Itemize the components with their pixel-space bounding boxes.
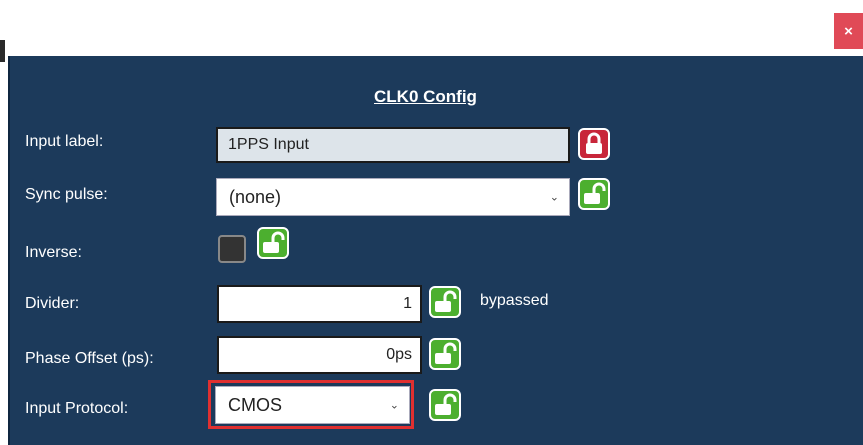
sync-pulse-label: Sync pulse: — [25, 186, 108, 203]
lock-closed-icon[interactable] — [578, 128, 610, 160]
lock-open-icon[interactable] — [578, 178, 610, 210]
sync-pulse-value: (none) — [229, 186, 282, 207]
phase-offset-label: Phase Offset (ps): — [25, 350, 154, 367]
panel-border — [8, 56, 10, 445]
divider-input[interactable]: 1 — [217, 285, 422, 323]
phase-offset-input[interactable]: 0ps — [217, 336, 422, 374]
chevron-down-icon: ⌄ — [549, 191, 559, 204]
close-button[interactable]: × — [834, 13, 863, 49]
inverse-label: Inverse: — [25, 244, 82, 261]
divider-label: Divider: — [25, 295, 80, 312]
phase-offset-value: 0ps — [386, 346, 412, 363]
close-icon: × — [844, 22, 853, 40]
sync-pulse-select[interactable]: (none) ⌄ — [216, 178, 570, 216]
lock-open-icon[interactable] — [257, 227, 289, 259]
input-label-value: 1PPS Input — [228, 136, 309, 153]
lock-open-icon[interactable] — [429, 389, 461, 421]
highlight-box — [208, 380, 414, 429]
config-panel — [8, 56, 863, 445]
divider-value: 1 — [403, 295, 412, 312]
input-label-field[interactable]: 1PPS Input — [216, 127, 570, 163]
lock-open-icon[interactable] — [429, 338, 461, 370]
lock-open-icon[interactable] — [429, 286, 461, 318]
input-protocol-label: Input Protocol: — [25, 400, 129, 417]
window-edge — [0, 40, 5, 62]
page-title: CLK0 Config — [374, 87, 477, 106]
divider-status: bypassed — [480, 292, 549, 309]
input-label-label: Input label: — [25, 133, 104, 150]
title-bar — [0, 0, 863, 56]
inverse-checkbox[interactable] — [218, 235, 246, 263]
